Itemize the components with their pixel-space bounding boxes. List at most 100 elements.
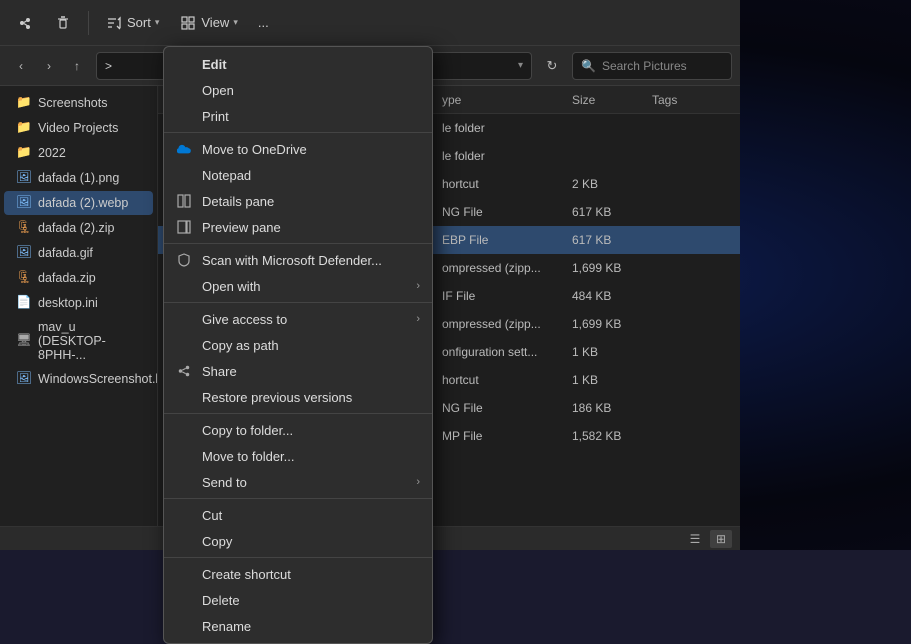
file-type: onfiguration sett... xyxy=(442,345,572,359)
col-size-header[interactable]: Size xyxy=(572,93,652,107)
shortcut-icon: 🖥 xyxy=(16,333,32,349)
col-type-header[interactable]: ype xyxy=(442,93,572,107)
nav-up-button[interactable]: ↑ xyxy=(64,53,90,79)
restore-icon xyxy=(176,389,192,405)
menu-separator xyxy=(164,243,432,244)
menu-item-move-to-folder[interactable]: Move to folder... xyxy=(164,443,432,469)
menu-item-create-shortcut[interactable]: Create shortcut xyxy=(164,561,432,587)
nav-back-button[interactable]: ‹ xyxy=(8,53,34,79)
list-view-toggle[interactable]: ☰ xyxy=(684,530,706,548)
menu-label: Give access to xyxy=(202,312,406,327)
menu-item-rename[interactable]: Rename xyxy=(164,613,432,639)
sidebar-item-windowsscreenshot[interactable]: 🖼 WindowsScreenshot.bm... xyxy=(4,367,153,391)
sidebar-item-dafadazip[interactable]: 🗜 dafada.zip xyxy=(4,266,153,290)
menu-separator xyxy=(164,413,432,414)
menu-label: Create shortcut xyxy=(202,567,420,582)
sidebar-item-label: dafada.gif xyxy=(38,246,93,260)
file-size: 2 KB xyxy=(572,177,652,191)
menu-label: Delete xyxy=(202,593,420,608)
file-icon: 📄 xyxy=(16,295,32,311)
menu-label: Copy xyxy=(202,534,420,549)
menu-item-restore-versions[interactable]: Restore previous versions xyxy=(164,384,432,410)
file-type: MP File xyxy=(442,429,572,443)
file-size: 617 KB xyxy=(572,233,652,247)
menu-label: Move to OneDrive xyxy=(202,142,420,157)
sidebar: 📁 Screenshots 📁 Video Projects 📁 2022 🖼 … xyxy=(0,86,158,526)
sidebar-item-screenshots[interactable]: 📁 Screenshots xyxy=(4,91,153,115)
menu-item-onedrive[interactable]: Move to OneDrive xyxy=(164,136,432,162)
menu-item-copy[interactable]: Copy xyxy=(164,528,432,554)
sort-button[interactable]: Sort ▾ xyxy=(97,9,167,37)
menu-item-preview-pane[interactable]: Preview pane xyxy=(164,214,432,240)
menu-item-cut[interactable]: Cut xyxy=(164,502,432,528)
sidebar-item-desktopini[interactable]: 📄 desktop.ini xyxy=(4,291,153,315)
menu-label: Copy as path xyxy=(202,338,420,353)
refresh-button[interactable]: ↻ xyxy=(538,52,566,80)
view-chevron: ▾ xyxy=(233,17,238,28)
menu-item-send-to[interactable]: Send to › xyxy=(164,469,432,495)
col-tags-header[interactable]: Tags xyxy=(652,93,732,107)
toolbar: Sort ▾ View ▾ ... xyxy=(0,0,740,46)
defender-icon xyxy=(176,252,192,268)
view-button[interactable]: View ▾ xyxy=(171,9,245,37)
menu-separator xyxy=(164,132,432,133)
file-type: hortcut xyxy=(442,373,572,387)
zip-icon: 🗜 xyxy=(16,220,32,236)
menu-item-delete[interactable]: Delete xyxy=(164,587,432,613)
submenu-arrow-icon: › xyxy=(416,313,420,325)
menu-item-defender[interactable]: Scan with Microsoft Defender... xyxy=(164,247,432,273)
send-to-icon xyxy=(176,474,192,490)
menu-item-edit[interactable]: Edit xyxy=(164,51,432,77)
open-icon xyxy=(176,82,192,98)
file-type: le folder xyxy=(442,121,572,135)
menu-item-notepad[interactable]: Notepad xyxy=(164,162,432,188)
address-chevron-icon: ▾ xyxy=(518,60,523,71)
sidebar-item-dafadagif[interactable]: 🖼 dafada.gif xyxy=(4,241,153,265)
details-pane-icon xyxy=(176,193,192,209)
search-icon: 🔍 xyxy=(581,59,596,73)
toolbar-separator xyxy=(88,11,89,35)
menu-item-details-pane[interactable]: Details pane xyxy=(164,188,432,214)
view-label: View xyxy=(201,15,229,30)
file-size: 617 KB xyxy=(572,205,652,219)
file-type: hortcut xyxy=(442,177,572,191)
sidebar-item-mav[interactable]: 🖥 mav_u (DESKTOP-8PHH-... xyxy=(4,316,153,366)
sidebar-item-label: dafada (1).png xyxy=(38,171,119,185)
preview-pane-icon xyxy=(176,219,192,235)
copy-path-icon xyxy=(176,337,192,353)
menu-item-copy-path[interactable]: Copy as path xyxy=(164,332,432,358)
grid-view-toggle[interactable]: ⊞ xyxy=(710,530,732,548)
rename-icon xyxy=(176,618,192,634)
file-type: ompressed (zipp... xyxy=(442,261,572,275)
menu-item-open[interactable]: Open xyxy=(164,77,432,103)
edit-icon xyxy=(176,56,192,72)
sidebar-item-video-projects[interactable]: 📁 Video Projects xyxy=(4,116,153,140)
menu-item-share[interactable]: Share xyxy=(164,358,432,384)
folder-icon: 📁 xyxy=(16,145,32,161)
delete-button[interactable] xyxy=(46,9,80,37)
menu-item-give-access[interactable]: Give access to › xyxy=(164,306,432,332)
move-to-folder-icon xyxy=(176,448,192,464)
sidebar-item-dafada2zip[interactable]: 🗜 dafada (2).zip xyxy=(4,216,153,240)
more-button[interactable]: ... xyxy=(250,10,277,35)
menu-item-print[interactable]: Print xyxy=(164,103,432,129)
menu-label: Print xyxy=(202,109,420,124)
menu-item-open-with[interactable]: Open with › xyxy=(164,273,432,299)
sidebar-item-dafada1[interactable]: 🖼 dafada (1).png xyxy=(4,166,153,190)
share-button[interactable] xyxy=(8,9,42,37)
file-type: NG File xyxy=(442,401,572,415)
file-type: EBP File xyxy=(442,233,572,247)
sidebar-item-dafada2webp[interactable]: 🖼 dafada (2).webp xyxy=(4,191,153,215)
copy-to-folder-icon xyxy=(176,422,192,438)
menu-item-copy-to-folder[interactable]: Copy to folder... xyxy=(164,417,432,443)
file-size: 484 KB xyxy=(572,289,652,303)
search-box[interactable]: 🔍 Search Pictures xyxy=(572,52,732,80)
sort-icon xyxy=(105,14,123,32)
sidebar-item-label: Screenshots xyxy=(38,96,107,110)
more-label: ... xyxy=(258,15,269,30)
trash-icon xyxy=(54,14,72,32)
search-placeholder: Search Pictures xyxy=(602,59,687,73)
sidebar-item-2022[interactable]: 📁 2022 xyxy=(4,141,153,165)
file-type: ompressed (zipp... xyxy=(442,317,572,331)
nav-forward-button[interactable]: › xyxy=(36,53,62,79)
